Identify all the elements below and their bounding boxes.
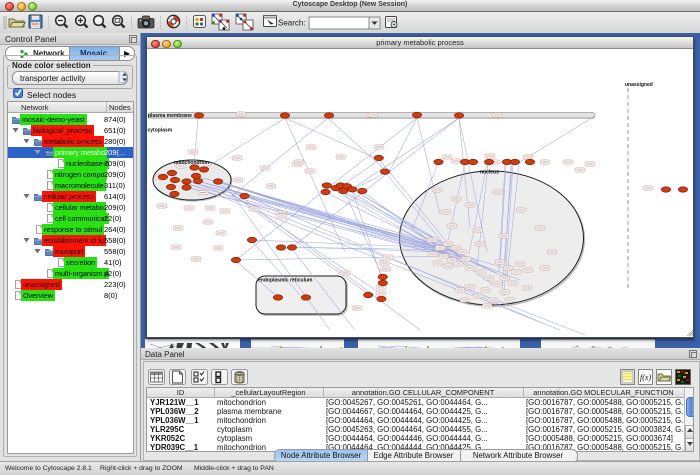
svg-text:Search:: Search: [278,19,306,28]
svg-text:nucleus: nucleus [480,170,499,176]
svg-text:f(x): f(x) [640,373,651,382]
svg-text:cytoplasm: cytoplasm [148,128,173,134]
svg-text:mitochondrion: mitochondrion [174,160,209,166]
svg-text:plasma membrane: plasma membrane [148,113,192,119]
svg-text:endoplasmic reticulum: endoplasmic reticulum [258,278,313,284]
svg-text:unassigned: unassigned [625,82,653,88]
